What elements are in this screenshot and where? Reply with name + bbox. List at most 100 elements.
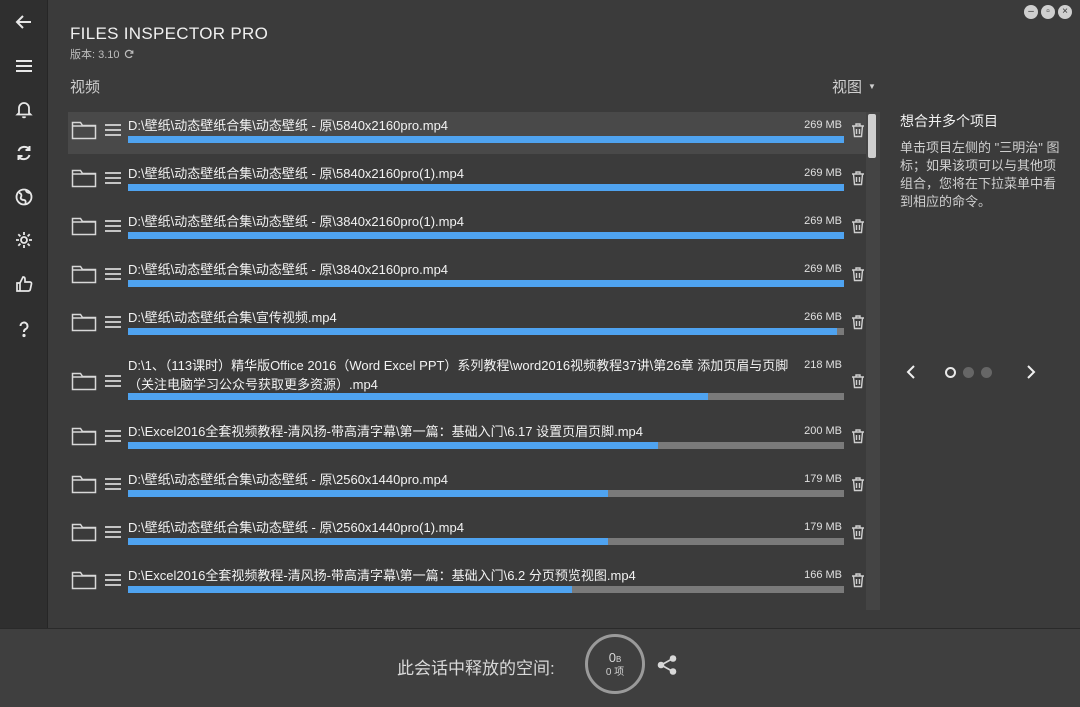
minimize-icon[interactable]: – bbox=[1024, 5, 1038, 19]
file-row[interactable]: D:\壁纸\动态壁纸合集\宣传视频.mp4 266 MB bbox=[68, 304, 868, 346]
file-size: 218 MB bbox=[804, 359, 842, 371]
trash-icon[interactable] bbox=[850, 428, 866, 444]
size-bar-fill bbox=[128, 184, 844, 191]
file-path: D:\Excel2016全套视频教程-清风扬-带高清字幕\第一篇：基础入门\6.… bbox=[128, 424, 644, 439]
refresh-icon[interactable] bbox=[0, 133, 48, 173]
file-row[interactable]: D:\壁纸\动态壁纸合集\动态壁纸 - 原\2560x1440pro.mp4 17… bbox=[68, 466, 868, 508]
hamburger-menu-icon[interactable] bbox=[104, 218, 122, 234]
hamburger-menu-icon[interactable] bbox=[104, 476, 122, 492]
file-row[interactable]: D:\1、（113课时）精华版Office 2016（Word Excel PP… bbox=[68, 352, 868, 412]
window-controls: – ▫ × bbox=[1024, 5, 1072, 19]
size-bar-fill bbox=[128, 136, 844, 143]
app-title: FILES INSPECTOR PRO bbox=[70, 24, 269, 43]
file-size: 269 MB bbox=[804, 263, 842, 275]
folder-icon[interactable] bbox=[71, 215, 97, 237]
share-icon[interactable] bbox=[656, 654, 678, 676]
file-path: D:\壁纸\动态壁纸合集\动态壁纸 - 原\2560x1440pro.mp4 bbox=[128, 472, 449, 487]
trash-icon[interactable] bbox=[850, 373, 866, 389]
size-bar-fill bbox=[128, 538, 608, 545]
freed-value: 0 bbox=[608, 649, 616, 665]
file-row[interactable]: D:\Excel2016全套视频教程-清风扬-带高清字幕\第一篇：基础入门\6.… bbox=[68, 418, 868, 460]
file-size: 269 MB bbox=[804, 119, 842, 131]
version-label: 版本: 3.10 bbox=[70, 46, 134, 62]
hamburger-menu-icon[interactable] bbox=[104, 524, 122, 540]
file-path: D:\壁纸\动态壁纸合集\动态壁纸 - 原\3840x2160pro.mp4 bbox=[128, 262, 449, 277]
file-row[interactable]: D:\壁纸\动态壁纸合集\动态壁纸 - 原\3840x2160pro.mp4 26… bbox=[68, 256, 868, 298]
hamburger-menu-icon[interactable] bbox=[104, 314, 122, 330]
file-size: 179 MB bbox=[804, 473, 842, 485]
hamburger-menu-icon[interactable] bbox=[0, 46, 48, 86]
folder-icon[interactable] bbox=[71, 370, 97, 392]
trash-icon[interactable] bbox=[850, 524, 866, 540]
size-bar-fill bbox=[128, 490, 608, 497]
file-path: D:\1、（113课时）精华版Office 2016（Word Excel PP… bbox=[128, 358, 789, 392]
folder-icon[interactable] bbox=[71, 569, 97, 591]
file-row[interactable]: D:\Excel2016全套视频教程-清风扬-带高清字幕\第一篇：基础入门\6.… bbox=[68, 562, 868, 604]
trash-icon[interactable] bbox=[850, 572, 866, 588]
file-path: D:\壁纸\动态壁纸合集\动态壁纸 - 原\3840x2160pro(1).mp… bbox=[128, 214, 464, 229]
scrollbar[interactable] bbox=[866, 112, 880, 610]
freed-items: 0 项 bbox=[605, 666, 625, 678]
size-bar-fill bbox=[128, 280, 844, 287]
restore-icon[interactable]: ▫ bbox=[1041, 5, 1055, 19]
folder-icon[interactable] bbox=[71, 119, 97, 141]
hamburger-menu-icon[interactable] bbox=[104, 428, 122, 444]
file-list: D:\壁纸\动态壁纸合集\动态壁纸 - 原\5840x2160pro.mp4 26… bbox=[68, 112, 868, 610]
size-bar-fill bbox=[128, 442, 658, 449]
carousel-dot[interactable] bbox=[981, 367, 992, 378]
caret-down-icon: ▼ bbox=[868, 82, 876, 91]
size-bar-fill bbox=[128, 393, 708, 400]
thumbs-up-icon[interactable] bbox=[0, 264, 48, 304]
tip-title: 想合并多个项目 bbox=[900, 113, 998, 129]
close-icon[interactable]: × bbox=[1058, 5, 1072, 19]
carousel-dot[interactable] bbox=[963, 367, 974, 378]
tip-carousel bbox=[900, 360, 1042, 384]
file-row[interactable]: D:\壁纸\动态壁纸合集\动态壁纸 - 原\2560x1440pro(1).mp… bbox=[68, 514, 868, 556]
gear-icon[interactable] bbox=[0, 220, 48, 260]
trash-icon[interactable] bbox=[850, 170, 866, 186]
size-bar bbox=[128, 232, 844, 239]
trash-icon[interactable] bbox=[850, 314, 866, 330]
hamburger-menu-icon[interactable] bbox=[104, 170, 122, 186]
size-bar bbox=[128, 184, 844, 191]
trash-icon[interactable] bbox=[850, 476, 866, 492]
file-size: 269 MB bbox=[804, 167, 842, 179]
left-icon-rail bbox=[0, 0, 48, 628]
folder-icon[interactable] bbox=[71, 167, 97, 189]
file-path: D:\壁纸\动态壁纸合集\宣传视频.mp4 bbox=[128, 310, 337, 325]
file-row[interactable]: D:\壁纸\动态壁纸合集\动态壁纸 - 原\5840x2160pro.mp4 26… bbox=[68, 112, 868, 154]
file-size: 166 MB bbox=[804, 569, 842, 581]
size-bar bbox=[128, 586, 844, 593]
carousel-dot[interactable] bbox=[945, 367, 956, 378]
help-icon[interactable] bbox=[0, 309, 48, 349]
size-bar bbox=[128, 136, 844, 143]
trash-icon[interactable] bbox=[850, 266, 866, 282]
folder-icon[interactable] bbox=[71, 425, 97, 447]
trash-icon[interactable] bbox=[850, 218, 866, 234]
file-path: D:\壁纸\动态壁纸合集\动态壁纸 - 原\2560x1440pro(1).mp… bbox=[128, 520, 464, 535]
hamburger-menu-icon[interactable] bbox=[104, 572, 122, 588]
folder-icon[interactable] bbox=[71, 263, 97, 285]
hamburger-menu-icon[interactable] bbox=[104, 122, 122, 138]
folder-icon[interactable] bbox=[71, 473, 97, 495]
view-dropdown[interactable]: 视图 ▼ bbox=[832, 76, 876, 97]
file-path: D:\壁纸\动态壁纸合集\动态壁纸 - 原\5840x2160pro(1).mp… bbox=[128, 166, 464, 181]
file-size: 269 MB bbox=[804, 215, 842, 227]
trash-icon[interactable] bbox=[850, 122, 866, 138]
freed-space-label: 此会话中释放的空间: bbox=[397, 659, 555, 678]
chevron-left-icon[interactable] bbox=[902, 362, 920, 382]
file-row[interactable]: D:\壁纸\动态壁纸合集\动态壁纸 - 原\3840x2160pro(1).mp… bbox=[68, 208, 868, 250]
size-bar-fill bbox=[128, 232, 844, 239]
size-bar bbox=[128, 442, 844, 449]
folder-icon[interactable] bbox=[71, 311, 97, 333]
check-update-icon[interactable] bbox=[124, 49, 134, 59]
chevron-right-icon[interactable] bbox=[1022, 362, 1040, 382]
globe-icon[interactable] bbox=[0, 177, 48, 217]
back-arrow-icon[interactable] bbox=[0, 2, 48, 42]
bell-icon[interactable] bbox=[0, 89, 48, 129]
hamburger-menu-icon[interactable] bbox=[104, 373, 122, 389]
hamburger-menu-icon[interactable] bbox=[104, 266, 122, 282]
file-row[interactable]: D:\壁纸\动态壁纸合集\动态壁纸 - 原\5840x2160pro(1).mp… bbox=[68, 160, 868, 202]
folder-icon[interactable] bbox=[71, 521, 97, 543]
scrollbar-thumb[interactable] bbox=[868, 114, 876, 158]
